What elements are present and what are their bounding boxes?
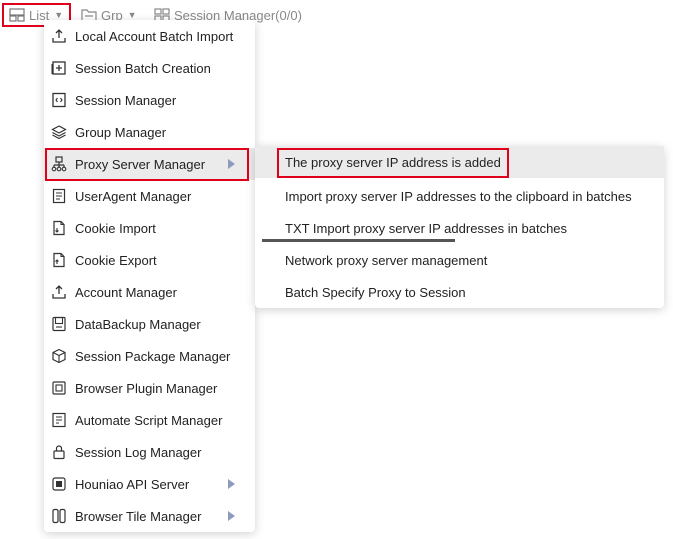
- menu-item-proxy-server-manager[interactable]: Proxy Server Manager: [44, 148, 255, 180]
- chevron-down-icon: ▼: [127, 10, 137, 20]
- submenu-item-add-proxy-ip[interactable]: The proxy server IP address is added: [255, 146, 664, 178]
- menu-item-label: UserAgent Manager: [75, 188, 192, 204]
- menu-item-session-manager[interactable]: Session Manager: [44, 84, 255, 116]
- menu-item-session-batch-creation[interactable]: Session Batch Creation: [44, 52, 255, 84]
- menu-item-automate-script-manager[interactable]: Automate Script Manager: [44, 404, 255, 436]
- plugin-icon: [51, 380, 67, 396]
- menu-item-label: Browser Plugin Manager: [75, 380, 218, 396]
- submenu-arrow-icon: [228, 159, 235, 169]
- package-icon: [51, 348, 67, 364]
- menu-item-label: Session Log Manager: [75, 444, 202, 460]
- menu-item-label: Automate Script Manager: [75, 412, 223, 428]
- submenu-item-label: Import proxy server IP addresses to the …: [285, 188, 632, 204]
- code-window-icon: [51, 92, 67, 108]
- menu-item-databackup-manager[interactable]: DataBackup Manager: [44, 308, 255, 340]
- menu-item-account-manager[interactable]: Account Manager: [44, 276, 255, 308]
- submenu-item-batch-specify-proxy[interactable]: Batch Specify Proxy to Session: [255, 276, 664, 308]
- menu-item-cookie-export[interactable]: Cookie Export: [44, 244, 255, 276]
- submenu-item-label: TXT Import proxy server IP addresses in …: [285, 220, 568, 236]
- lock-icon: [51, 444, 67, 460]
- submenu-item-network-proxy-management[interactable]: Network proxy server management: [255, 244, 664, 276]
- script-icon: [51, 412, 67, 428]
- submenu-item-label: Network proxy server management: [285, 252, 488, 268]
- menu-item-local-account-batch-import[interactable]: Local Account Batch Import: [44, 20, 255, 52]
- menu-item-label: Session Batch Creation: [75, 60, 211, 76]
- menu-item-label: Group Manager: [75, 124, 167, 140]
- upload-icon: [51, 28, 67, 44]
- chevron-down-icon: ▼: [54, 10, 64, 20]
- menu-item-label: Proxy Server Manager: [75, 156, 206, 172]
- menu-item-session-package-manager[interactable]: Session Package Manager: [44, 340, 255, 372]
- submenu-arrow-icon: [228, 479, 235, 489]
- file-import-icon: [51, 220, 67, 236]
- submenu-arrow-icon: [228, 511, 235, 521]
- network-icon: [51, 156, 67, 172]
- menu-item-houniao-api-server[interactable]: Houniao API Server: [44, 468, 255, 500]
- layers-icon: [51, 124, 67, 140]
- menu-item-label: Cookie Export: [75, 252, 157, 268]
- menu-item-group-manager[interactable]: Group Manager: [44, 116, 255, 148]
- submenu-item-import-clipboard[interactable]: Import proxy server IP addresses to the …: [255, 180, 664, 212]
- menu-item-browser-plugin-manager[interactable]: Browser Plugin Manager: [44, 372, 255, 404]
- api-icon: [51, 476, 67, 492]
- menu-item-label: Session Package Manager: [75, 348, 231, 364]
- menu-item-label: Local Account Batch Import: [75, 28, 234, 44]
- add-box-icon: [51, 60, 67, 76]
- divider-bar: [262, 239, 455, 242]
- submenu-item-label: The proxy server IP address is added: [285, 154, 501, 170]
- menu-item-useragent-manager[interactable]: UserAgent Manager: [44, 180, 255, 212]
- proxy-server-submenu: The proxy server IP address is added Imp…: [255, 146, 664, 308]
- upload-icon: [51, 284, 67, 300]
- menu-item-label: Cookie Import: [75, 220, 156, 236]
- menu-item-session-log-manager[interactable]: Session Log Manager: [44, 436, 255, 468]
- menu-item-label: Browser Tile Manager: [75, 508, 202, 524]
- file-export-icon: [51, 252, 67, 268]
- menu-item-browser-tile-manager[interactable]: Browser Tile Manager: [44, 500, 255, 532]
- submenu-item-label: Batch Specify Proxy to Session: [285, 284, 466, 300]
- menu-item-cookie-import[interactable]: Cookie Import: [44, 212, 255, 244]
- tile-icon: [51, 508, 67, 524]
- menu-item-label: Account Manager: [75, 284, 177, 300]
- menu-item-label: Session Manager: [75, 92, 177, 108]
- menu-item-label: DataBackup Manager: [75, 316, 201, 332]
- menu-item-label: Houniao API Server: [75, 476, 190, 492]
- list-icon: [9, 8, 25, 22]
- backup-icon: [51, 316, 67, 332]
- document-list-icon: [51, 188, 67, 204]
- list-dropdown-menu: Local Account Batch Import Session Batch…: [44, 20, 255, 532]
